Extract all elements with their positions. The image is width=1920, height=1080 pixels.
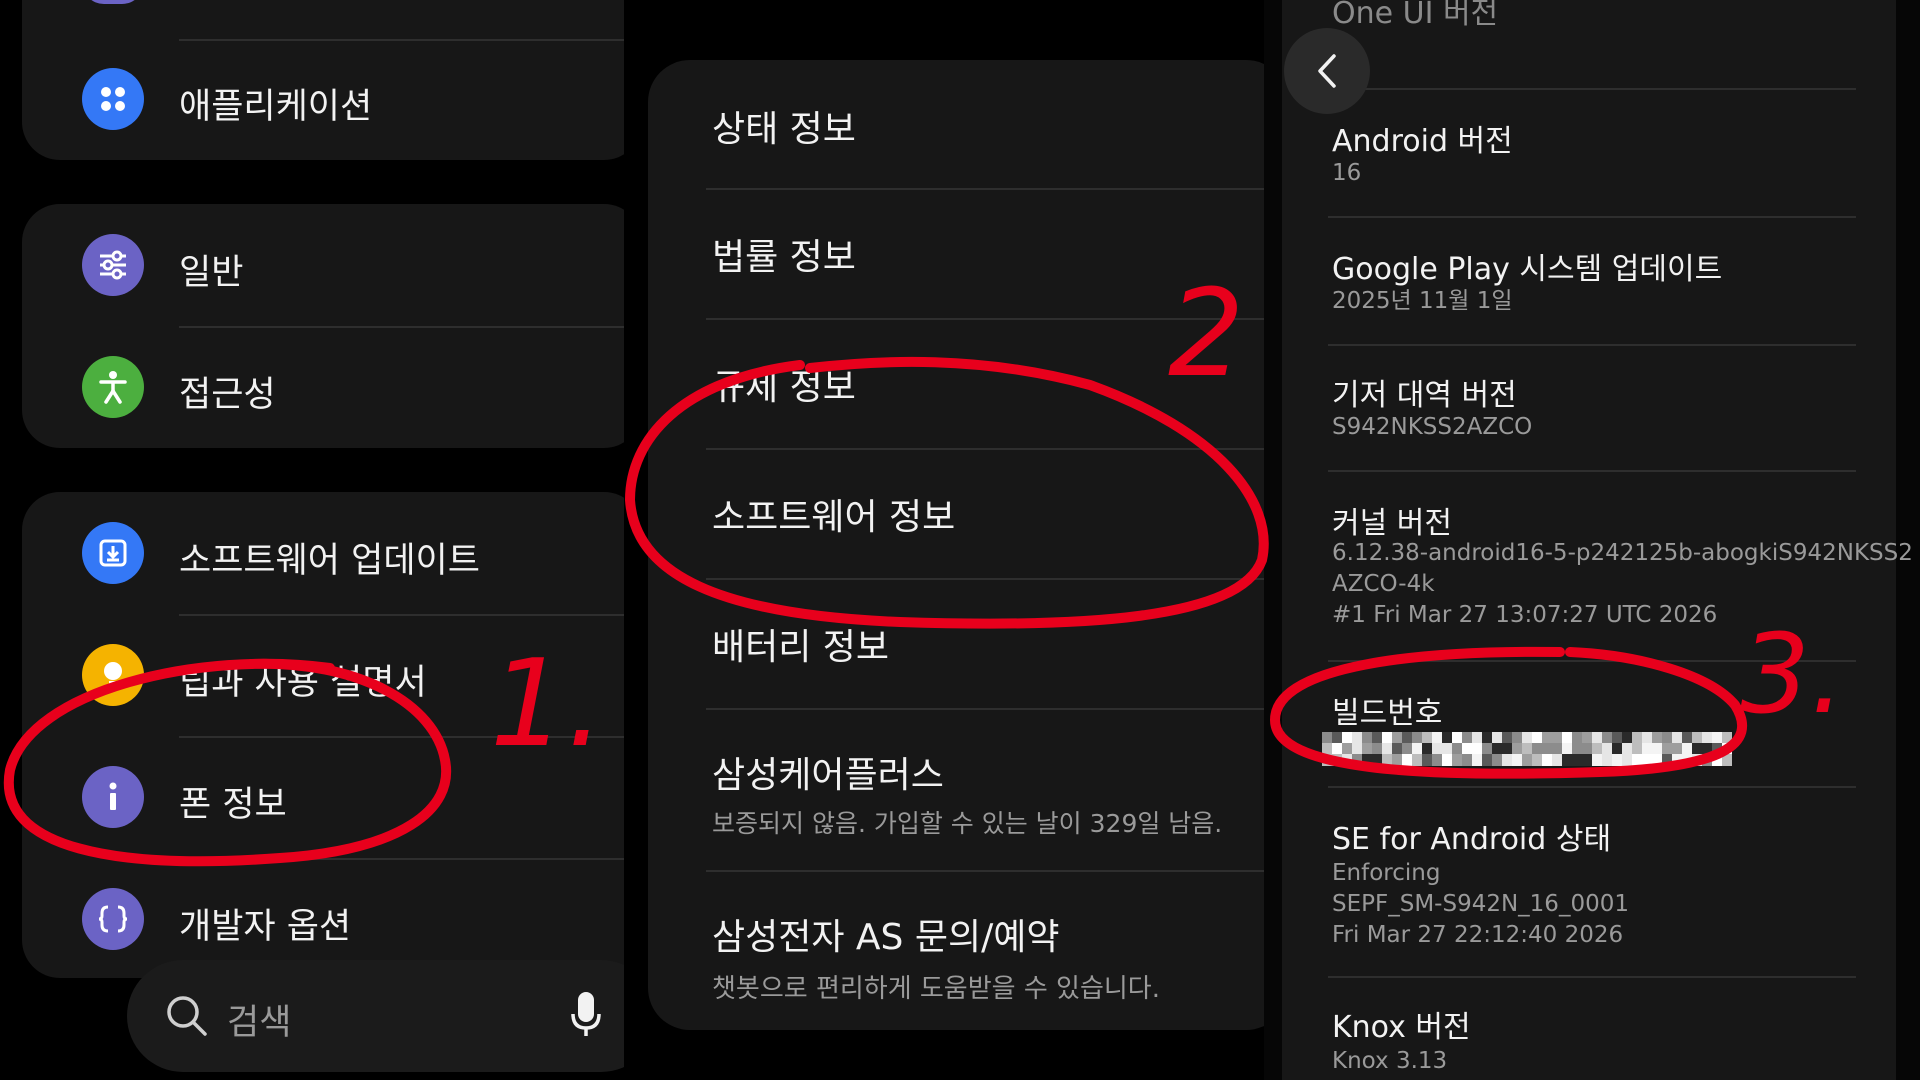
list-item-kernel-version[interactable]: 커널 버전 6.12.38-android16-5-p242125b-abogk… (1282, 472, 1913, 660)
item-title: Google Play 시스템 업데이트 (1332, 252, 1723, 287)
settings-item-label: 애플리케이션 (179, 87, 373, 127)
settings-item-tips[interactable]: 팁과 사용 설명서 (22, 616, 624, 736)
settings-main-panel: 애플리케이션 일반 접근성 소프트웨어 업데이트 팁과 사용 설명서 폰 정보 … (0, 0, 624, 1080)
item-value: S942NKSS2AZCO (1332, 414, 1533, 440)
list-item-one-ui-version[interactable]: One UI 버전 (1282, 0, 1896, 88)
item-title: 기저 대역 버전 (1332, 378, 1517, 413)
item-value: SEPF_SM-S942N_16_0001 (1332, 891, 1629, 917)
list-item-build-number[interactable]: 빌드번호 (1282, 662, 1896, 786)
download-update-icon (82, 522, 144, 584)
list-item-legal-info[interactable]: 법률 정보 (648, 190, 1264, 318)
list-item-se-android-status[interactable]: SE for Android 상태 Enforcing SEPF_SM-S942… (1282, 788, 1896, 976)
settings-item-label: 팁과 사용 설명서 (179, 663, 427, 703)
item-value: Knox 3.13 (1332, 1048, 1448, 1074)
item-value: 2025년 11월 1일 (1332, 288, 1513, 314)
list-item-battery-info[interactable]: 배터리 정보 (648, 580, 1264, 708)
item-title: 소프트웨어 정보 (712, 497, 956, 538)
search-icon (165, 994, 209, 1042)
item-value: 6.12.38-android16-5-p242125b-abogkiS942N… (1332, 540, 1913, 566)
settings-item-label: 접근성 (179, 375, 276, 415)
item-title: 빌드번호 (1332, 696, 1443, 731)
item-value: Enforcing (1332, 860, 1441, 886)
settings-item-label: 일반 (179, 253, 244, 293)
item-subtitle: 보증되지 않음. 가입할 수 있는 날이 329일 남음. (712, 809, 1223, 838)
sliders-icon (82, 234, 144, 296)
item-title: 배터리 정보 (712, 627, 890, 668)
list-item-android-version[interactable]: Android 버전 16 (1282, 90, 1896, 216)
list-item-google-play-update[interactable]: Google Play 시스템 업데이트 2025년 11월 1일 (1282, 218, 1896, 344)
item-value: #1 Fri Mar 27 13:07:27 UTC 2026 (1332, 602, 1718, 628)
item-title: Knox 버전 (1332, 1010, 1471, 1045)
back-button[interactable] (1284, 28, 1370, 114)
search-placeholder: 검색 (227, 1003, 292, 1043)
software-info-card: One UI 버전 Android 버전 16 Google Play 시스템 … (1282, 0, 1913, 1080)
item-title: 삼성케어플러스 (712, 755, 944, 796)
settings-item-label: 소프트웨어 업데이트 (179, 541, 480, 581)
settings-card-top: 애플리케이션 (22, 0, 624, 160)
partial-icon (82, 0, 144, 4)
settings-card-general: 일반 접근성 (22, 204, 624, 448)
phone-info-card: 상태 정보 법률 정보 규제 정보 소프트웨어 정보 배터리 정보 삼성케어플러… (648, 60, 1264, 1030)
item-title: 커널 버전 (1332, 506, 1452, 541)
list-item-software-info[interactable]: 소프트웨어 정보 (648, 450, 1264, 578)
software-info-panel: One UI 버전 Android 버전 16 Google Play 시스템 … (1264, 0, 1920, 1080)
list-item-baseband-version[interactable]: 기저 대역 버전 S942NKSS2AZCO (1282, 346, 1896, 470)
item-title: One UI 버전 (1332, 0, 1499, 31)
settings-item-accessibility[interactable]: 접근성 (22, 328, 624, 448)
list-item-regulatory-info[interactable]: 규제 정보 (648, 320, 1264, 448)
info-icon (82, 766, 144, 828)
settings-item-software-update[interactable]: 소프트웨어 업데이트 (22, 492, 624, 614)
item-title: SE for Android 상태 (1332, 822, 1612, 857)
chevron-left-icon (1318, 54, 1336, 88)
braces-icon (82, 888, 144, 950)
settings-item-apps[interactable]: 애플리케이션 (22, 40, 624, 158)
item-value: AZCO-4k (1332, 571, 1435, 597)
list-item-samsung-as[interactable]: 삼성전자 AS 문의/예약 챗봇으로 편리하게 도움받을 수 있습니다. (648, 872, 1264, 1030)
settings-card-system: 소프트웨어 업데이트 팁과 사용 설명서 폰 정보 개발자 옵션 (22, 492, 624, 978)
list-item-samsung-care[interactable]: 삼성케어플러스 보증되지 않음. 가입할 수 있는 날이 329일 남음. (648, 710, 1264, 870)
settings-item-phone-info[interactable]: 폰 정보 (22, 738, 624, 858)
accessibility-icon (82, 356, 144, 418)
search-bar[interactable]: 검색 (127, 960, 624, 1072)
settings-item-general[interactable]: 일반 (22, 204, 624, 326)
apps-grid-icon (82, 68, 144, 130)
build-number-pixelated (1322, 732, 1734, 766)
item-value: Fri Mar 27 22:12:40 2026 (1332, 922, 1624, 948)
settings-item-label: 폰 정보 (179, 785, 287, 825)
list-item-status-info[interactable]: 상태 정보 (648, 60, 1264, 188)
microphone-icon[interactable] (569, 990, 603, 1044)
lightbulb-icon (82, 644, 144, 706)
item-title: 규제 정보 (712, 367, 856, 408)
item-title: 삼성전자 AS 문의/예약 (712, 917, 1060, 958)
item-title: 법률 정보 (712, 237, 856, 278)
item-title: Android 버전 (1332, 124, 1513, 159)
list-item-knox-version[interactable]: Knox 버전 Knox 3.13 (1282, 978, 1896, 1080)
item-value: 16 (1332, 160, 1362, 186)
settings-item-label: 개발자 옵션 (179, 907, 352, 947)
phone-info-panel: 상태 정보 법률 정보 규제 정보 소프트웨어 정보 배터리 정보 삼성케어플러… (624, 0, 1264, 1080)
item-title: 상태 정보 (712, 109, 856, 150)
item-subtitle: 챗봇으로 편리하게 도움받을 수 있습니다. (712, 974, 1160, 1004)
